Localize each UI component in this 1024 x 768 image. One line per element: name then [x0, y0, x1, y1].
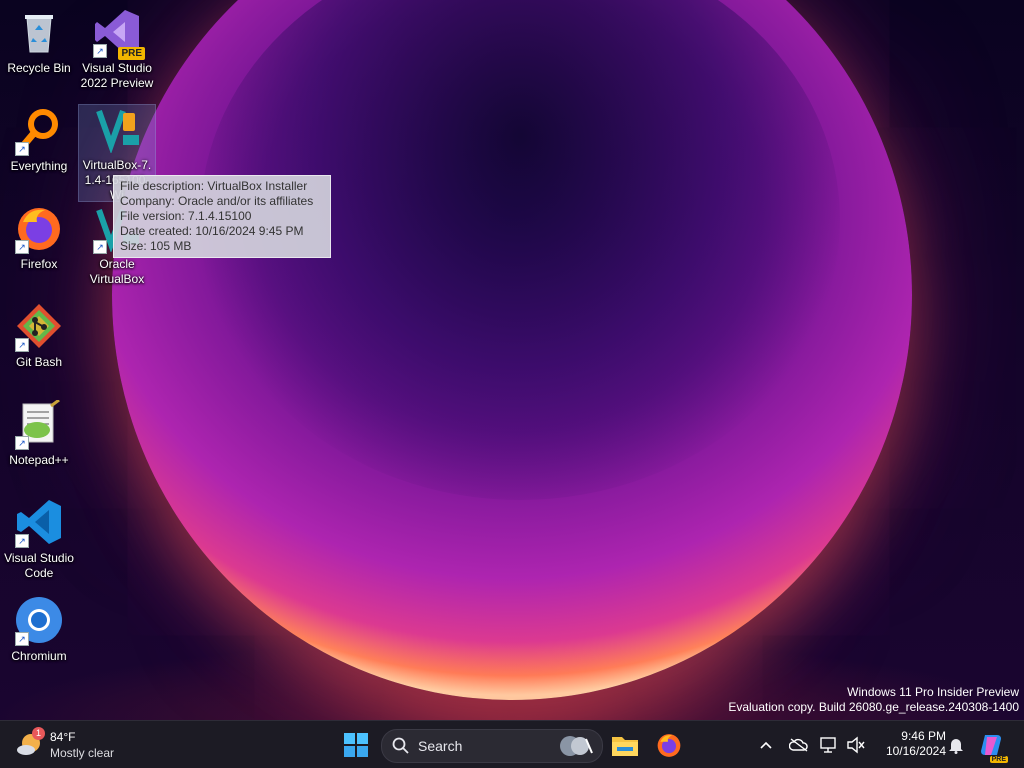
- copilot-preview-badge: PRE: [989, 756, 1008, 763]
- taskbar-file-explorer[interactable]: [609, 729, 641, 761]
- bell-icon: [949, 739, 963, 754]
- desktop-icon-label: Chromium: [11, 649, 67, 663]
- visual-studio-preview-icon: PRE ↗: [93, 8, 145, 60]
- volume-muted-icon: [847, 736, 865, 754]
- shortcut-arrow-icon: ↗: [93, 240, 107, 254]
- shortcut-arrow-icon: ↗: [15, 436, 29, 450]
- search-icon: [392, 737, 409, 754]
- taskbar-search-box[interactable]: Search: [381, 729, 603, 763]
- cloud-offline-icon: [788, 738, 808, 752]
- desktop-icon-label: Git Bash: [15, 355, 63, 369]
- taskbar-clock[interactable]: 9:46 PM 10/16/2024: [886, 729, 946, 759]
- shortcut-arrow-icon: ↗: [15, 534, 29, 548]
- preview-badge: PRE: [118, 47, 145, 60]
- copilot-icon: [981, 735, 1001, 755]
- desktop-icon-chromium[interactable]: ↗ Chromium: [1, 596, 77, 664]
- tooltip-line: File version: 7.1.4.15100: [120, 209, 252, 223]
- notepad-plus-plus-icon: ↗: [15, 398, 63, 450]
- weather-widget[interactable]: 1 84°F Mostly clear: [14, 727, 134, 763]
- search-highlight-icon: [560, 736, 593, 756]
- desktop-icon-label: Visual Studio Code: [4, 551, 74, 580]
- everything-search-icon: ↗: [15, 106, 63, 156]
- tooltip-line: Date created: 10/16/2024 9:45 PM: [120, 224, 304, 238]
- network-tray-icon[interactable]: [818, 729, 840, 761]
- desktop-icon-notepad-plus-plus[interactable]: ↗ Notepad++: [1, 398, 77, 468]
- desktop-icon-label: Oracle VirtualBox: [89, 257, 145, 286]
- virtualbox-installer-icon: [93, 105, 141, 155]
- shortcut-arrow-icon: ↗: [15, 632, 29, 646]
- windows-logo-icon: [344, 733, 368, 757]
- shortcut-arrow-icon: ↗: [15, 338, 29, 352]
- shortcut-arrow-icon: ↗: [15, 240, 29, 254]
- desktop-icon-git-bash[interactable]: ↗ Git Bash: [1, 302, 77, 370]
- desktop-icon-label: Everything: [10, 159, 68, 173]
- desktop-icon-label: Notepad++: [9, 453, 69, 467]
- git-bash-icon: ↗: [15, 302, 63, 352]
- tooltip-line: Size: 105 MB: [120, 239, 192, 253]
- vscode-icon: ↗: [15, 498, 63, 548]
- clock-time: 9:46 PM: [901, 729, 946, 743]
- volume-tray-icon[interactable]: [845, 729, 867, 761]
- weather-condition: Mostly clear: [50, 746, 115, 760]
- show-hidden-icons-button[interactable]: [756, 729, 776, 761]
- shortcut-arrow-icon: ↗: [93, 44, 107, 58]
- windows-evaluation-watermark: Windows 11 Pro Insider Preview Evaluatio…: [728, 685, 1019, 715]
- start-button[interactable]: [340, 729, 372, 761]
- tooltip-line: Company: Oracle and/or its affiliates: [120, 194, 314, 208]
- desktop-icon-visual-studio-2022-preview[interactable]: PRE ↗ Visual Studio 2022 Preview: [79, 8, 155, 91]
- copilot-button[interactable]: PRE: [978, 729, 1008, 763]
- shortcut-arrow-icon: ↗: [15, 142, 29, 156]
- taskbar-firefox[interactable]: [653, 729, 685, 761]
- onedrive-tray-icon[interactable]: [788, 729, 810, 761]
- firefox-icon: ↗: [15, 204, 63, 254]
- desktop-icon-label: Firefox: [20, 257, 58, 271]
- desktop-icon-label: Visual Studio 2022 Preview: [80, 61, 154, 90]
- clock-date: 10/16/2024: [885, 744, 946, 758]
- desktop-icon-vscode[interactable]: ↗ Visual Studio Code: [1, 498, 77, 581]
- desktop-icon-label: Recycle Bin: [7, 61, 71, 75]
- recycle-bin-icon: [15, 8, 63, 56]
- desktop-icon-everything[interactable]: ↗ Everything: [1, 106, 77, 174]
- desktop-icon-firefox[interactable]: ↗ Firefox: [1, 204, 77, 272]
- weather-temperature: 84°F: [50, 730, 76, 744]
- taskbar: 1 84°F Mostly clear Search 9:46 PM 10/16…: [0, 720, 1024, 768]
- chevron-up-icon: [760, 741, 772, 749]
- notifications-button[interactable]: [946, 729, 966, 761]
- firefox-icon: [657, 734, 681, 757]
- watermark-build: Evaluation copy. Build 26080.ge_release.…: [728, 700, 1019, 714]
- chromium-icon: ↗: [15, 596, 63, 646]
- network-icon: [820, 737, 836, 753]
- folder-icon: [612, 737, 638, 756]
- search-label: Search: [418, 738, 463, 754]
- watermark-edition: Windows 11 Pro Insider Preview: [847, 685, 1019, 699]
- file-info-tooltip: File description: VirtualBox Installer C…: [113, 175, 331, 258]
- tooltip-line: File description: VirtualBox Installer: [120, 179, 308, 193]
- weather-alert-badge: 1: [32, 727, 45, 740]
- desktop-icon-recycle-bin[interactable]: Recycle Bin: [1, 8, 77, 76]
